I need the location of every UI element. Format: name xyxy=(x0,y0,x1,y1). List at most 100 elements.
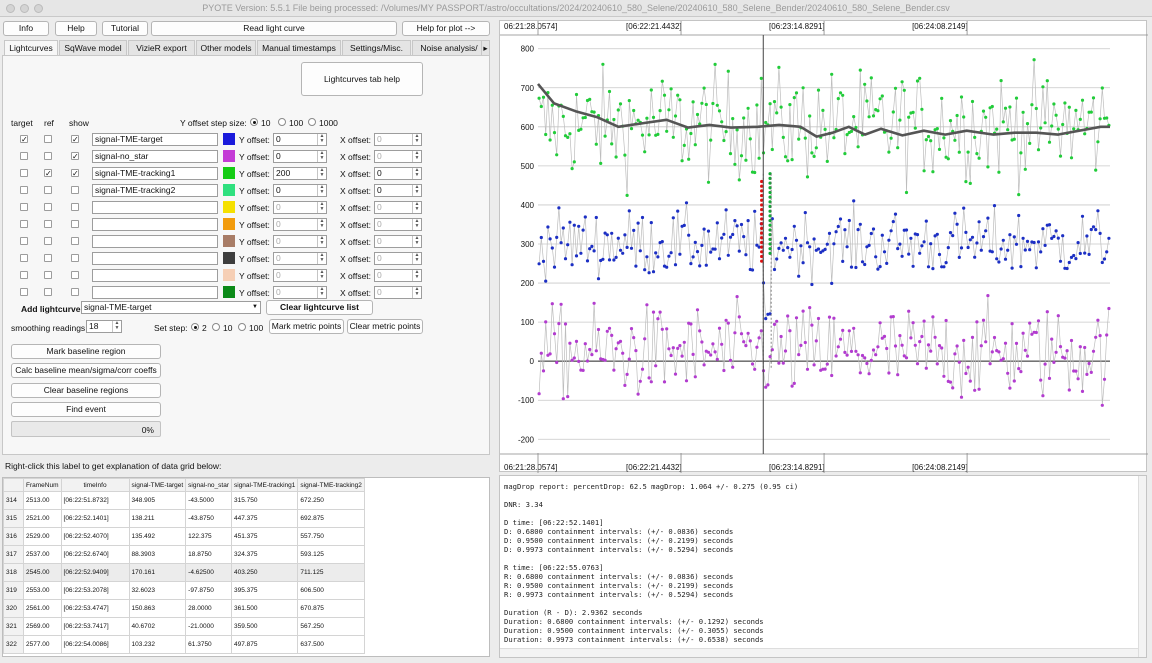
mark-metric-points-button[interactable]: Mark metric points xyxy=(269,319,344,334)
tab-vizier-export[interactable]: VizieR export xyxy=(128,40,195,56)
stepper-arrows-icon[interactable]: ▲ ▼ xyxy=(112,321,121,332)
ref-checkbox[interactable] xyxy=(44,186,52,194)
table-cell[interactable]: 497.875 xyxy=(230,635,299,654)
table-cell[interactable]: 32.6023 xyxy=(128,581,187,600)
table-cell[interactable]: 88.3903 xyxy=(128,545,187,564)
curve-name-field[interactable] xyxy=(92,235,218,248)
read-light-curve-button[interactable]: Read light curve xyxy=(151,21,397,36)
curve-color-swatch[interactable] xyxy=(223,133,235,145)
y-offset-step-radio-100[interactable] xyxy=(278,118,286,126)
show-checkbox[interactable] xyxy=(71,237,79,245)
add-lightcurve-select[interactable]: signal-TME-target ▼ xyxy=(81,301,261,314)
grid-column-header[interactable]: signal-TME-tracking2 xyxy=(297,478,365,492)
row-index[interactable]: 314 xyxy=(3,491,24,510)
tab-manual-timestamps[interactable]: Manual timestamps xyxy=(257,40,341,56)
x-offset-input[interactable]: 0 ▲ ▼ xyxy=(374,252,422,265)
table-cell[interactable]: 692.875 xyxy=(297,509,365,528)
stepper-arrows-icon[interactable]: ▲ ▼ xyxy=(412,236,421,247)
ref-checkbox[interactable] xyxy=(44,203,52,211)
table-cell[interactable]: 324.375 xyxy=(230,545,299,564)
grid-column-header[interactable]: timeInfo xyxy=(60,478,130,492)
show-checkbox[interactable]: ✓ xyxy=(71,135,79,144)
table-cell[interactable]: 2561.00 xyxy=(23,599,62,618)
report-scrollbar[interactable] xyxy=(1138,476,1146,657)
table-cell[interactable]: -21.0000 xyxy=(185,617,232,636)
y-offset-input[interactable]: 0 ▲ ▼ xyxy=(273,133,327,146)
table-cell[interactable]: [06:22:52.6740] xyxy=(60,545,130,564)
stepper-arrows-icon[interactable]: ▲ ▼ xyxy=(317,287,326,298)
clear-baseline-regions-button[interactable]: Clear baseline regions xyxy=(11,383,161,398)
lightcurve-plot-svg[interactable]: -200 -100 0 100 200 300 400 500 600 700 800 06:21:2… xyxy=(500,21,1148,473)
curve-name-field[interactable] xyxy=(92,201,218,214)
grid-column-header[interactable]: FrameNum xyxy=(23,478,62,492)
stepper-arrows-icon[interactable]: ▲ ▼ xyxy=(412,185,421,196)
table-cell[interactable]: 2569.00 xyxy=(23,617,62,636)
x-offset-input[interactable]: 0 ▲ ▼ xyxy=(374,218,422,231)
stepper-arrows-icon[interactable]: ▲ ▼ xyxy=(317,253,326,264)
stepper-arrows-icon[interactable]: ▲ ▼ xyxy=(412,202,421,213)
table-cell[interactable]: 122.375 xyxy=(185,527,232,546)
show-checkbox[interactable] xyxy=(71,288,79,296)
tab-scroll-right-icon[interactable]: ▸ xyxy=(481,40,490,56)
info-button[interactable]: Info xyxy=(3,21,49,36)
y-offset-step-radio-1000[interactable] xyxy=(308,118,316,126)
table-cell[interactable]: 2545.00 xyxy=(23,563,62,582)
stepper-arrows-icon[interactable]: ▲ ▼ xyxy=(412,134,421,145)
lightcurve-plot[interactable]: -200 -100 0 100 200 300 400 500 600 700 800 06:21:2… xyxy=(499,20,1148,473)
row-index[interactable]: 321 xyxy=(3,617,24,636)
x-offset-input[interactable]: 0 ▲ ▼ xyxy=(374,235,422,248)
y-offset-input[interactable]: 0 ▲ ▼ xyxy=(273,235,327,248)
table-cell[interactable]: 670.875 xyxy=(297,599,365,618)
show-checkbox[interactable] xyxy=(71,186,79,194)
table-cell[interactable]: 315.750 xyxy=(230,491,299,510)
tab-other-models[interactable]: Other models xyxy=(196,40,256,56)
curve-name-field[interactable] xyxy=(92,286,218,299)
y-offset-input[interactable]: 0 ▲ ▼ xyxy=(273,201,327,214)
target-checkbox[interactable] xyxy=(20,203,28,211)
table-cell[interactable]: -4.62500 xyxy=(185,563,232,582)
table-cell[interactable]: 28.0000 xyxy=(185,599,232,618)
stepper-arrows-icon[interactable]: ▲ ▼ xyxy=(317,219,326,230)
stepper-arrows-icon[interactable]: ▲ ▼ xyxy=(412,253,421,264)
stepper-arrows-icon[interactable]: ▲ ▼ xyxy=(317,202,326,213)
close-window-icon[interactable] xyxy=(6,4,15,13)
table-row[interactable]: 319 2553.00 [06:22:53.2078] 32.6023 -97.8750… xyxy=(3,581,365,600)
table-cell[interactable]: 150.863 xyxy=(128,599,187,618)
tab-sqwave-model[interactable]: SqWave model xyxy=(59,40,127,56)
table-cell[interactable]: 359.500 xyxy=(230,617,299,636)
ref-checkbox[interactable] xyxy=(44,152,52,160)
table-row[interactable]: 320 2561.00 [06:22:53.4747] 150.863 28.0000 3… xyxy=(3,599,365,618)
row-index[interactable]: 318 xyxy=(3,563,24,582)
curve-name-field[interactable]: signal-TME-target xyxy=(92,133,218,146)
report-text-area[interactable]: magDrop report: percentDrop: 62.5 magDro… xyxy=(499,475,1147,658)
table-cell[interactable]: 2513.00 xyxy=(23,491,62,510)
target-checkbox[interactable] xyxy=(20,152,28,160)
set-step-radio-2[interactable] xyxy=(191,323,199,331)
table-row[interactable]: 318 2545.00 [06:22:52.9409] 170.161 -4.62500… xyxy=(3,563,365,582)
table-cell[interactable]: -43.8750 xyxy=(185,509,232,528)
table-cell[interactable]: 135.492 xyxy=(128,527,187,546)
stepper-arrows-icon[interactable]: ▲ ▼ xyxy=(412,151,421,162)
table-cell[interactable]: 2521.00 xyxy=(23,509,62,528)
table-cell[interactable]: 61.3750 xyxy=(185,635,232,654)
table-row[interactable]: 322 2577.00 [06:22:54.0086] 103.232 61.3750 4… xyxy=(3,635,365,654)
table-cell[interactable]: -43.5000 xyxy=(185,491,232,510)
table-cell[interactable]: 348.905 xyxy=(128,491,187,510)
report-horizontal-scrollbar[interactable] xyxy=(500,648,1138,657)
table-cell[interactable]: [06:22:53.2078] xyxy=(60,581,130,600)
show-checkbox[interactable] xyxy=(71,203,79,211)
row-index[interactable]: 322 xyxy=(3,635,24,654)
curve-name-field[interactable] xyxy=(92,269,218,282)
stepper-arrows-icon[interactable]: ▲ ▼ xyxy=(317,151,326,162)
show-checkbox[interactable] xyxy=(71,254,79,262)
table-row[interactable]: 315 2521.00 [06:22:52.1401] 138.211 -43.8750… xyxy=(3,509,365,528)
table-cell[interactable]: 672.250 xyxy=(297,491,365,510)
show-checkbox[interactable]: ✓ xyxy=(71,169,79,178)
table-row[interactable]: 316 2529.00 [06:22:52.4070] 135.492 122.375 4… xyxy=(3,527,365,546)
ref-checkbox[interactable] xyxy=(44,288,52,296)
x-offset-input[interactable]: 0 ▲ ▼ xyxy=(374,201,422,214)
ref-checkbox[interactable] xyxy=(44,220,52,228)
stepper-arrows-icon[interactable]: ▲ ▼ xyxy=(412,270,421,281)
x-offset-input[interactable]: 0 ▲ ▼ xyxy=(374,184,422,197)
table-cell[interactable]: [06:22:52.9409] xyxy=(60,563,130,582)
